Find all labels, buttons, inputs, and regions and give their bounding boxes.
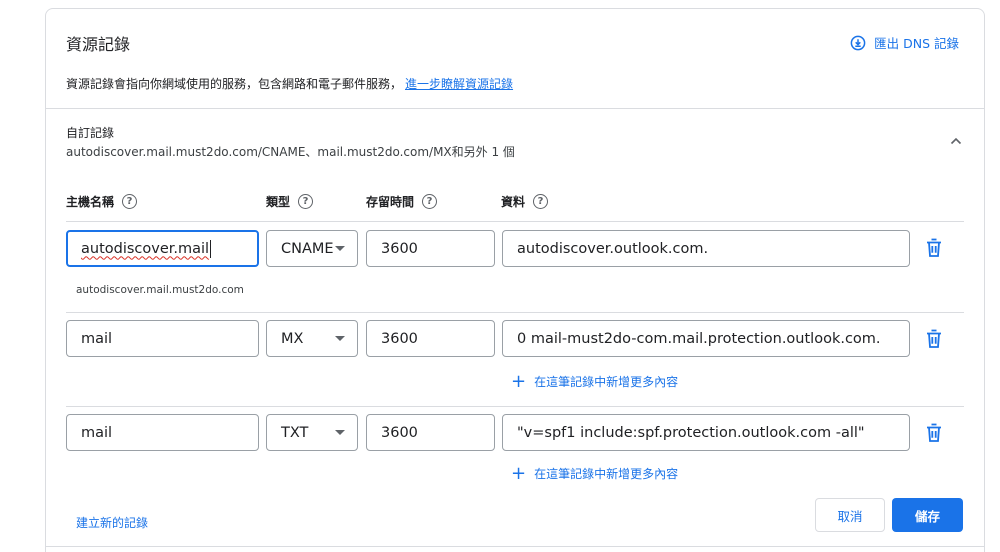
plus-icon: +: [511, 462, 527, 484]
column-header-type: 類型 ?: [266, 193, 314, 210]
column-type-label: 類型: [266, 195, 291, 209]
help-icon[interactable]: ?: [298, 194, 314, 209]
create-new-record-link[interactable]: 建立新的記錄: [76, 514, 148, 531]
data-value: autodiscover.outlook.com.: [517, 240, 709, 257]
data-input[interactable]: "v=spf1 include:spf.protection.outlook.c…: [502, 414, 910, 451]
column-data-label: 資料: [501, 195, 526, 209]
row-divider: [66, 312, 964, 313]
ttl-value: 3600: [381, 330, 418, 347]
save-button[interactable]: 儲存: [892, 498, 963, 532]
row-divider: [66, 221, 964, 222]
add-more-label: 在這筆記錄中新增更多內容: [534, 375, 679, 389]
learn-more-link[interactable]: 進一步瞭解資源記錄: [405, 77, 513, 91]
type-select[interactable]: TXT: [266, 414, 358, 451]
help-icon[interactable]: ?: [122, 194, 138, 209]
chevron-up-icon[interactable]: [948, 133, 964, 149]
page-title: 資源記錄: [66, 35, 131, 54]
ttl-input[interactable]: 3600: [366, 414, 495, 451]
footer-divider: [46, 546, 984, 547]
section-summary: autodiscover.mail.must2do.com/CNAME、mail…: [66, 145, 515, 159]
type-value: CNAME: [281, 240, 334, 257]
type-value: TXT: [281, 424, 309, 441]
description: 資源記錄會指向你網域使用的服務，包含網路和電子郵件服務， 進一步瞭解資源記錄: [66, 75, 513, 92]
plus-icon: +: [511, 370, 527, 392]
ttl-input[interactable]: 3600: [366, 320, 495, 357]
data-input[interactable]: 0 mail-must2do-com.mail.protection.outlo…: [502, 320, 910, 357]
type-select[interactable]: CNAME: [266, 230, 358, 267]
header-divider: [46, 108, 984, 109]
type-value: MX: [281, 330, 304, 347]
text-caret: [210, 239, 212, 258]
host-input[interactable]: mail: [66, 320, 259, 357]
column-header-data: 資料 ?: [501, 193, 549, 210]
host-input[interactable]: autodiscover.mail: [66, 230, 259, 267]
column-ttl-label: 存留時間: [366, 195, 415, 209]
dropdown-arrow-icon: [335, 336, 345, 341]
resource-records-card: 資源記錄 匯出 DNS 記錄 資源記錄會指向你網域使用的服務，包含網路和電子郵件…: [45, 8, 985, 552]
trash-icon[interactable]: [925, 329, 943, 349]
host-input[interactable]: mail: [66, 414, 259, 451]
add-more-content-button[interactable]: + 在這筆記錄中新增更多內容: [511, 370, 679, 392]
column-header-host: 主機名稱 ?: [66, 193, 138, 210]
host-value: autodiscover.mail: [81, 240, 210, 257]
help-icon[interactable]: ?: [422, 194, 438, 209]
ttl-value: 3600: [381, 424, 418, 441]
ttl-value: 3600: [381, 240, 418, 257]
export-dns-records-button[interactable]: 匯出 DNS 記錄: [850, 33, 959, 52]
data-value: 0 mail-must2do-com.mail.protection.outlo…: [517, 330, 881, 347]
host-value: mail: [81, 330, 113, 347]
row-divider: [66, 406, 964, 407]
download-circle-icon: [850, 35, 866, 50]
column-header-ttl: 存留時間 ?: [366, 193, 438, 210]
trash-icon[interactable]: [925, 423, 943, 443]
description-text: 資源記錄會指向你網域使用的服務，包含網路和電子郵件服務，: [66, 77, 403, 91]
trash-icon[interactable]: [925, 238, 943, 258]
host-value: mail: [81, 424, 113, 441]
type-select[interactable]: MX: [266, 320, 358, 357]
dropdown-arrow-icon: [335, 246, 345, 251]
dropdown-arrow-icon: [335, 430, 345, 435]
export-label: 匯出 DNS 記錄: [874, 36, 959, 51]
add-more-content-button[interactable]: + 在這筆記錄中新增更多內容: [511, 462, 679, 484]
column-host-label: 主機名稱: [66, 195, 115, 209]
help-icon[interactable]: ?: [533, 194, 549, 209]
cancel-button[interactable]: 取消: [815, 498, 885, 532]
ttl-input[interactable]: 3600: [366, 230, 495, 267]
full-hostname-hint: autodiscover.mail.must2do.com: [76, 284, 244, 296]
section-title: 自訂記錄: [66, 126, 115, 140]
add-more-label: 在這筆記錄中新增更多內容: [534, 467, 679, 481]
data-input[interactable]: autodiscover.outlook.com.: [502, 230, 910, 267]
data-value: "v=spf1 include:spf.protection.outlook.c…: [517, 424, 865, 441]
